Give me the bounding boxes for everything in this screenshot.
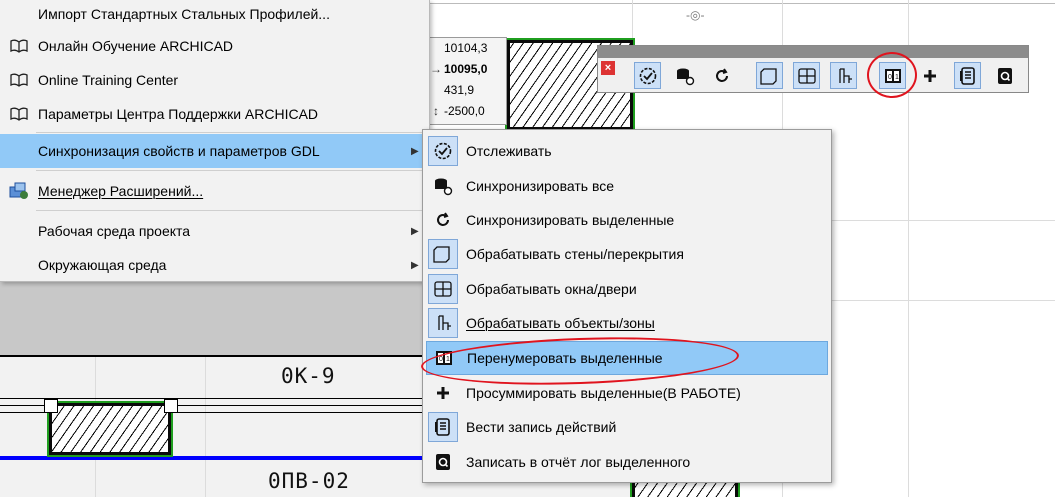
submenu-item-label: Записать в отчёт лог выделенного [466, 454, 691, 470]
submenu-item-label: Отслеживать [466, 143, 552, 159]
walls-slabs-button[interactable] [756, 62, 783, 89]
sync-selected-button[interactable] [708, 62, 735, 89]
track-icon [639, 67, 656, 84]
sum-button[interactable] [916, 62, 943, 89]
close-icon[interactable]: × [601, 61, 615, 75]
submenu-item-label: Синхронизировать выделенные [466, 212, 675, 228]
submenu-item-label: Просуммировать выделенные(В РАБОТЕ) [466, 385, 741, 401]
book-icon [0, 72, 38, 88]
tracker-symbol [428, 38, 444, 59]
sync-selected-icon [428, 205, 458, 235]
report-log-icon [428, 447, 458, 477]
tracker-value: -2500,0 [444, 104, 485, 118]
menu-separator [36, 170, 423, 171]
report-log-button[interactable] [991, 62, 1018, 89]
sum-icon [428, 378, 458, 408]
sync-selected-icon [715, 67, 728, 82]
toolbar-drag-handle[interactable] [598, 46, 1028, 58]
submenu-item-label: Вести запись действий [466, 419, 617, 435]
submenu-item-track[interactable]: Отслеживать [426, 134, 828, 168]
menu-item-label: Рабочая среда проекта [38, 223, 191, 239]
tracker-symbol [428, 80, 444, 101]
submenu-item-report-log[interactable]: Записать в отчёт лог выделенного [426, 445, 828, 479]
menu-item-label: Менеджер Расширений... [38, 183, 204, 199]
gdl-sync-submenu[interactable]: Отслеживать Синхронизировать все Синхрон… [422, 129, 832, 483]
submenu-item-log-actions[interactable]: Вести запись действий [426, 410, 828, 444]
annotation-circle [867, 52, 917, 98]
submenu-item-walls-slabs[interactable]: Обрабатывать стены/перекрытия [426, 237, 828, 271]
log-actions-icon [959, 66, 975, 85]
sync-all-button[interactable] [671, 62, 698, 89]
track-button[interactable] [634, 62, 661, 89]
menu-item-gdl-sync[interactable]: Синхронизация свойств и параметров GDL ▶ [0, 134, 429, 168]
node-handle[interactable] [44, 399, 58, 413]
objects-zones-icon [428, 308, 458, 338]
tracker-value: 10095,0 [444, 62, 488, 76]
extension-manager-icon [0, 182, 38, 200]
windows-doors-icon [797, 67, 816, 84]
element-label-opv02: 0ПВ-02 [268, 469, 350, 493]
menu-item-extension-manager[interactable]: Менеджер Расширений... [0, 174, 429, 208]
submenu-item-sync-all[interactable]: Синхронизировать все [426, 169, 828, 203]
menu-item-label: Синхронизация свойств и параметров GDL [38, 143, 320, 159]
submenu-item-windows-doors[interactable]: Обрабатывать окна/двери [426, 272, 828, 306]
sync-all-icon [676, 68, 694, 85]
hatched-window[interactable] [47, 401, 173, 457]
book-icon [0, 38, 38, 54]
objects-zones-icon [838, 67, 852, 83]
submenu-item-label: Обрабатывать окна/двери [466, 281, 637, 297]
submenu-item-label: Обрабатывать объекты/зоны [466, 315, 655, 331]
menu-item-online-learning[interactable]: Онлайн Обучение ARCHICAD [0, 29, 429, 63]
book-icon [0, 106, 38, 122]
tracker-value: 431,9 [444, 83, 475, 97]
log-actions-button[interactable] [954, 62, 981, 89]
submenu-item-label: Синхронизировать все [466, 178, 615, 194]
eye-icon: -◎- [686, 8, 705, 22]
log-actions-icon [428, 412, 458, 442]
report-log-icon [997, 67, 1012, 84]
sync-all-icon [428, 171, 458, 201]
menu-item-project-work-environment[interactable]: Рабочая среда проекта ▶ [0, 214, 429, 248]
menu-item-import-steel-profiles[interactable]: Импорт Стандартных Стальных Профилей... [0, 0, 429, 31]
walls-slabs-icon [759, 67, 777, 85]
top-ruler [430, 0, 1055, 4]
element-label-ok9: 0K-9 [281, 364, 336, 388]
menu-separator [36, 132, 423, 133]
tracker-symbol: ↕ [433, 104, 439, 118]
submenu-item-label: Обрабатывать стены/перекрытия [466, 246, 684, 262]
menu-item-label: Онлайн Обучение ARCHICAD [38, 38, 234, 54]
menu-item-support-center-settings[interactable]: Параметры Центра Поддержки ARCHICAD [0, 97, 429, 131]
menu-item-label: Окружающая среда [38, 257, 167, 273]
windows-doors-button[interactable] [793, 62, 820, 89]
tracker-value: 10104,3 [444, 41, 488, 55]
menu-item-label: Параметры Центра Поддержки ARCHICAD [38, 106, 319, 122]
menu-separator [36, 210, 423, 211]
main-menu[interactable]: Импорт Стандартных Стальных Профилей... … [0, 0, 430, 282]
node-handle[interactable] [164, 399, 178, 413]
objects-zones-button[interactable] [830, 62, 857, 89]
wall-line [0, 398, 430, 399]
gdl-sync-toolbar[interactable]: × 01 [597, 45, 1029, 93]
wall-line-blue [0, 456, 430, 460]
submenu-item-sync-selected[interactable]: Синхронизировать выделенные [426, 203, 828, 237]
menu-item-environment[interactable]: Окружающая среда ▶ [0, 248, 429, 282]
walls-slabs-icon [428, 239, 458, 269]
sum-icon [923, 69, 936, 82]
track-icon [428, 136, 458, 166]
menu-item-label: Online Training Center [38, 72, 179, 88]
coordinate-tracker: 10104,3 → 10095,0 431,9 ↕ -2500,0 [427, 37, 507, 125]
tracker-symbol: → [430, 62, 442, 76]
menu-item-online-training-center[interactable]: Online Training Center [0, 63, 429, 97]
submenu-item-objects-zones[interactable]: Обрабатывать объекты/зоны [426, 306, 828, 340]
grid-line [205, 357, 206, 497]
windows-doors-icon [428, 274, 458, 304]
menu-item-label: Импорт Стандартных Стальных Профилей... [38, 6, 330, 22]
